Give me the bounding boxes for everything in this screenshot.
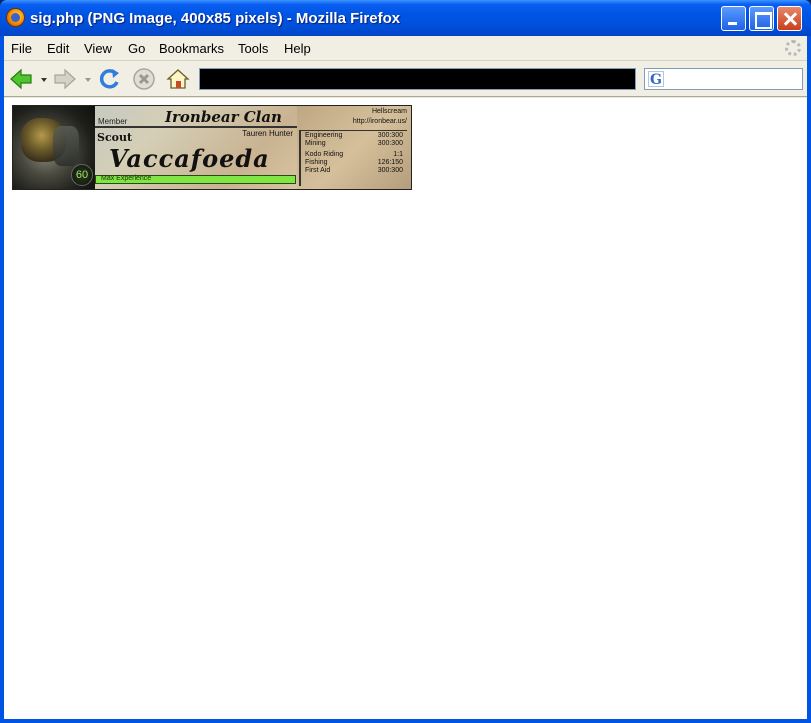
character-class: Tauren Hunter xyxy=(242,129,293,138)
url-bar[interactable] xyxy=(199,68,636,90)
google-search-engine-icon[interactable]: G xyxy=(648,71,664,88)
skill-value: 126:150 xyxy=(377,159,403,166)
menu-tools[interactable]: Tools xyxy=(238,41,268,56)
signature-image: 60 Member Ironbear Clan Tauren Hunter Sc… xyxy=(12,105,412,190)
skill-value: 300:300 xyxy=(377,167,403,174)
firefox-window: sig.php (PNG Image, 400x85 pixels) - Moz… xyxy=(0,0,811,723)
name-panel: Member Ironbear Clan Tauren Hunter Scout… xyxy=(95,106,297,189)
clan-website: http://ironbear.us/ xyxy=(352,118,407,125)
realm-name: Hellscream xyxy=(371,108,407,115)
back-history-dropdown-icon[interactable] xyxy=(41,78,47,82)
menu-file[interactable]: File xyxy=(11,41,32,56)
maximize-button[interactable] xyxy=(749,6,774,31)
divider xyxy=(95,126,297,128)
menu-bookmarks[interactable]: Bookmarks xyxy=(159,41,224,56)
window-title: sig.php (PNG Image, 400x85 pixels) - Moz… xyxy=(30,10,401,27)
back-arrow-icon[interactable] xyxy=(8,66,34,92)
page-content: 60 Member Ironbear Clan Tauren Hunter Sc… xyxy=(4,98,807,719)
forward-history-dropdown-icon[interactable] xyxy=(85,78,91,82)
reload-icon[interactable] xyxy=(96,66,122,92)
skill-name: Mining xyxy=(305,140,326,147)
character-rank: Scout xyxy=(97,131,133,144)
throbber-icon xyxy=(785,40,801,56)
info-panel: Hellscream http://ironbear.us/ Engineeri… xyxy=(297,106,411,189)
skill-value: 300:300 xyxy=(377,132,403,139)
home-icon[interactable] xyxy=(165,66,191,92)
menu-bar: File Edit View Go Bookmarks Tools Help xyxy=(4,36,807,61)
forward-arrow-icon[interactable] xyxy=(52,66,78,92)
firefox-logo-icon xyxy=(6,8,25,27)
stop-icon[interactable] xyxy=(131,66,157,92)
experience-text: Max Experience xyxy=(101,175,152,182)
browser-client-area: File Edit View Go Bookmarks Tools Help G… xyxy=(4,36,807,719)
menu-view[interactable]: View xyxy=(84,41,112,56)
clan-name: Ironbear Clan xyxy=(165,108,282,126)
close-button[interactable] xyxy=(777,6,802,31)
skill-value: 1:1 xyxy=(393,151,403,158)
search-box[interactable]: G xyxy=(644,68,803,90)
menu-edit[interactable]: Edit xyxy=(47,41,69,56)
level-badge: 60 xyxy=(71,164,93,186)
skill-value: 300:300 xyxy=(377,140,403,147)
menu-go[interactable]: Go xyxy=(128,41,145,56)
menu-help[interactable]: Help xyxy=(284,41,311,56)
title-bar[interactable]: sig.php (PNG Image, 400x85 pixels) - Moz… xyxy=(0,0,811,36)
skill-name: Kodo Riding xyxy=(305,151,344,158)
skill-name: Engineering xyxy=(305,132,343,139)
member-label: Member xyxy=(98,117,128,126)
minimize-button[interactable] xyxy=(721,6,746,31)
experience-bar: Max Experience xyxy=(95,175,296,184)
navigation-toolbar: G xyxy=(4,61,807,97)
skills-list: Engineering 300:300 Mining 300:300 Kodo … xyxy=(299,130,407,186)
skill-name: Fishing xyxy=(305,159,328,166)
skill-name: First Aid xyxy=(305,167,331,174)
character-name: Vaccafoeda xyxy=(109,144,270,173)
